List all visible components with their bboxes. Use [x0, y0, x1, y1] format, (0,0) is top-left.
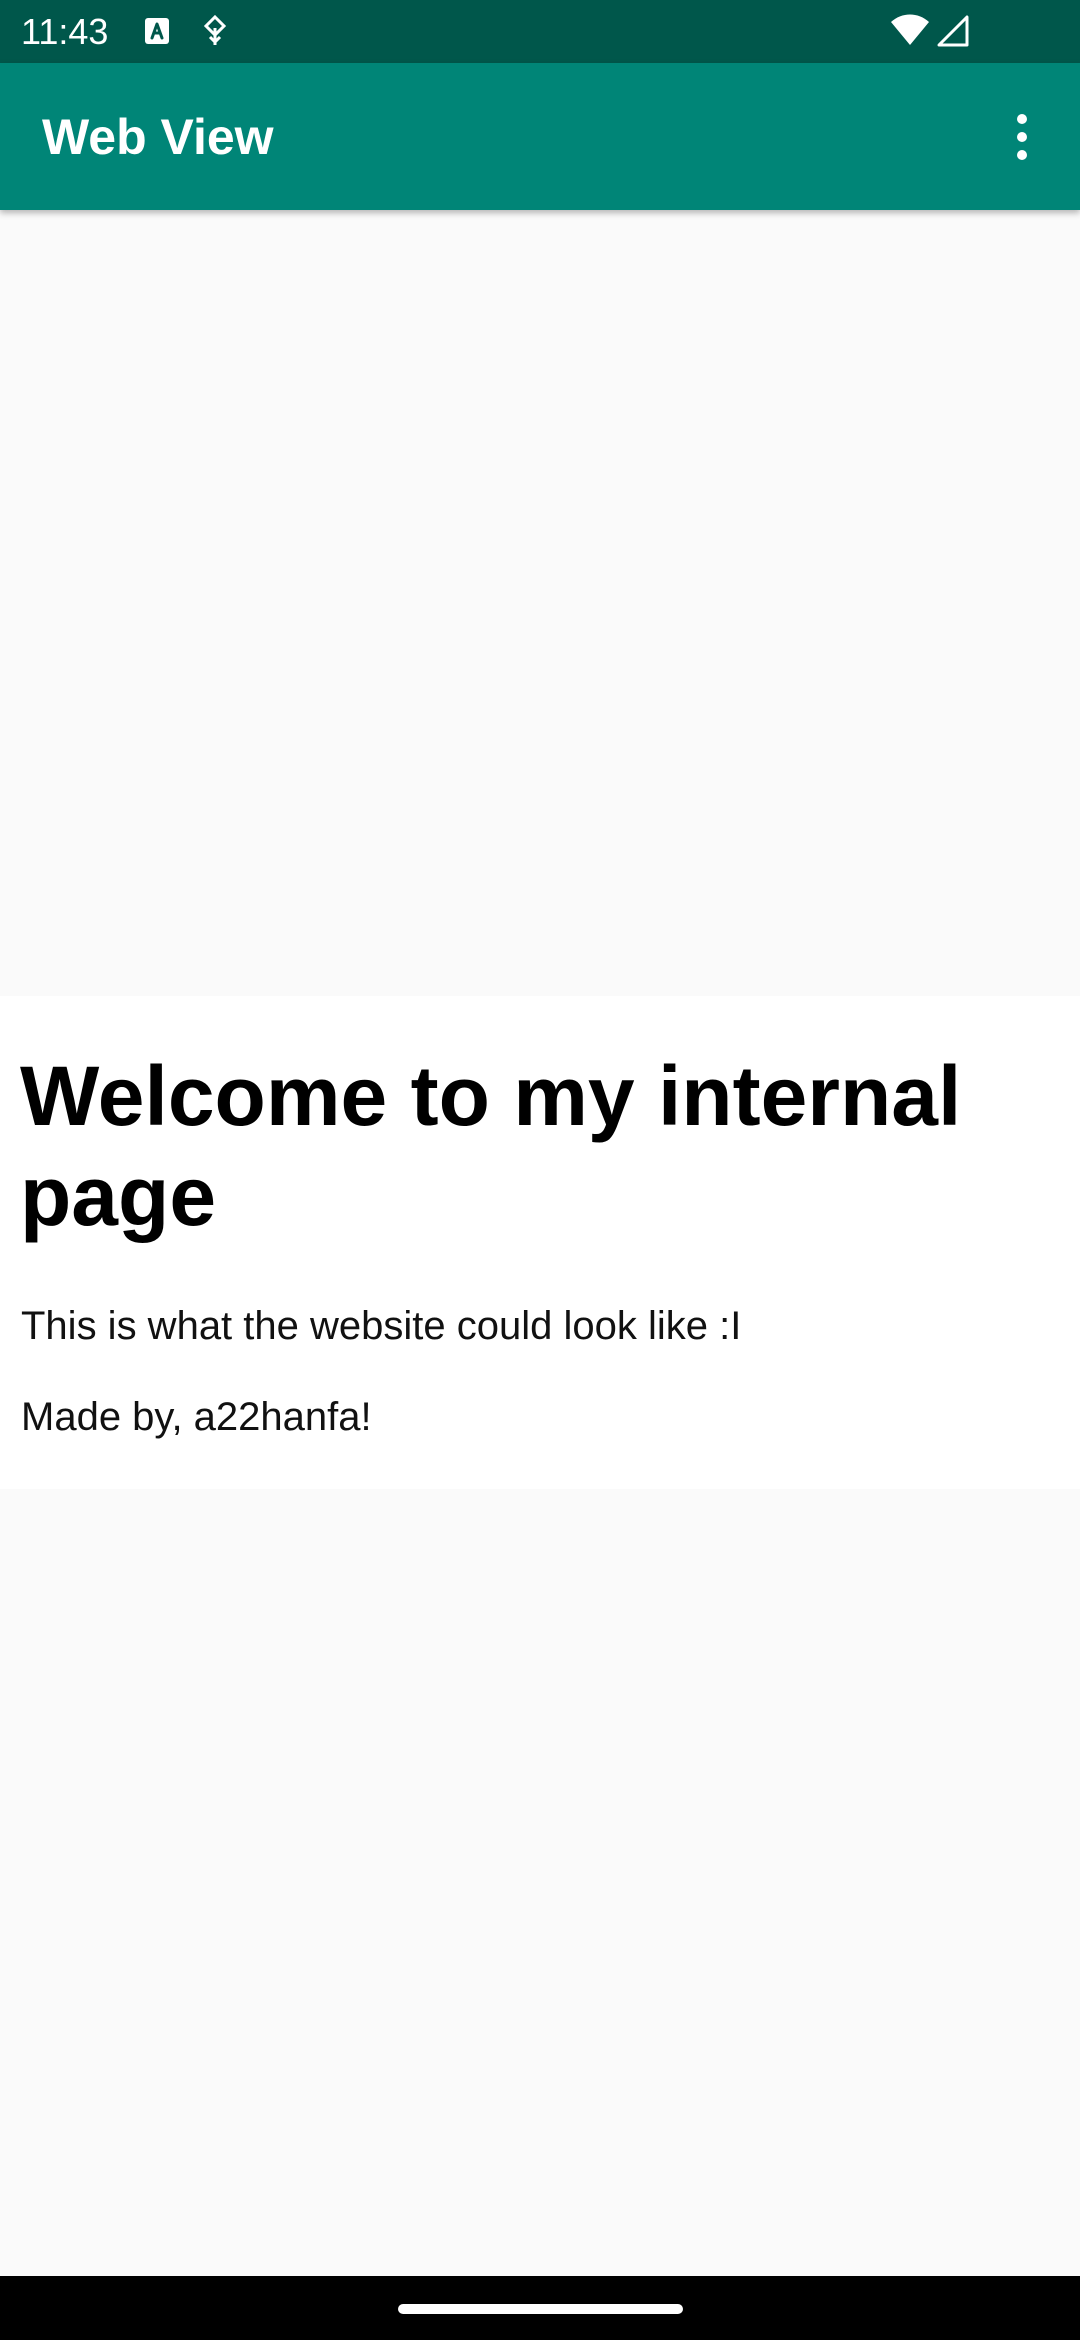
android-webview-screen: 11:43 Web View Welcome to my internal pa…: [0, 0, 1080, 2340]
page-heading: Welcome to my internal page: [20, 1049, 962, 1243]
overflow-menu-button[interactable]: [1000, 103, 1044, 171]
status-bar: 11:43: [0, 0, 1080, 63]
page-description: This is what the website could look like…: [21, 1304, 742, 1348]
status-time: 11:43: [21, 11, 109, 52]
signal-icon: [937, 15, 969, 47]
webview-top-area: [0, 210, 1080, 996]
webview-content: Welcome to my internal page This is what…: [0, 996, 1080, 1489]
overflow-menu-icon: [1017, 114, 1027, 160]
app-title: Web View: [42, 109, 274, 165]
webview-bottom-area: [0, 1489, 1080, 2276]
app-bar: Web View: [0, 63, 1080, 210]
keyboard-a-icon: [145, 18, 169, 44]
navigation-bar: [0, 2276, 1080, 2340]
wifi-icon: [891, 14, 929, 45]
home-indicator[interactable]: [398, 2304, 683, 2314]
navigation-icon: [204, 15, 226, 45]
page-author: Made by, a22hanfa!: [21, 1395, 372, 1439]
